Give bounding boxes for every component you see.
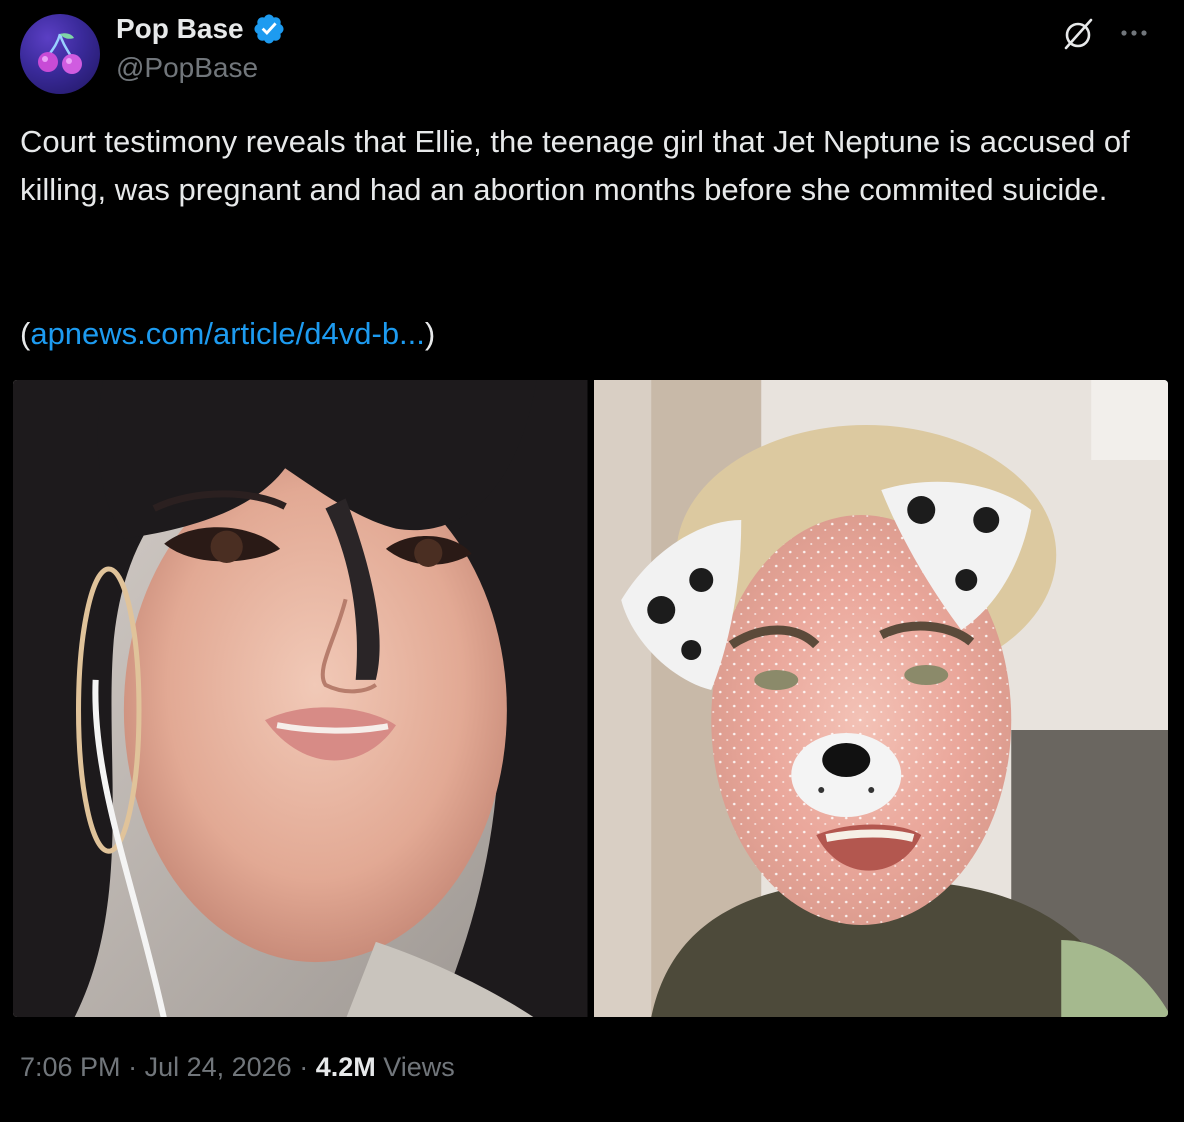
tweet-time[interactable]: 7:06 PM xyxy=(20,1052,121,1082)
more-options-icon[interactable] xyxy=(1114,18,1154,48)
article-link[interactable]: apnews.com/article/d4vd-b... xyxy=(30,316,425,351)
man-dog-filter-image xyxy=(593,380,1168,1017)
link-close-paren: ) xyxy=(424,316,436,351)
tweet-meta: 7:06 PM · Jul 24, 2026 · 4.2M Views xyxy=(20,1052,455,1083)
views-count: 4.2M xyxy=(315,1052,376,1082)
woman-portrait-image xyxy=(13,380,588,1017)
grok-icon[interactable] xyxy=(1058,14,1098,54)
tweet-date[interactable]: Jul 24, 2026 xyxy=(145,1052,292,1082)
link-open-paren: ( xyxy=(20,316,31,351)
media-photo-2[interactable] xyxy=(593,380,1168,1017)
avatar[interactable] xyxy=(20,14,100,94)
author-display-name[interactable]: Pop Base xyxy=(116,13,244,45)
meta-separator: · xyxy=(120,1052,145,1082)
meta-separator: · xyxy=(291,1052,316,1082)
author-display-name-row[interactable]: Pop Base xyxy=(116,12,286,46)
cherry-icon xyxy=(38,33,82,74)
tweet-link-line: (apnews.com/article/d4vd-b...) xyxy=(20,310,435,358)
tweet-text: Court testimony reveals that Ellie, the … xyxy=(20,124,1130,207)
verified-badge-icon xyxy=(254,14,284,44)
media-grid xyxy=(13,380,1168,1017)
views-label: Views xyxy=(375,1052,455,1082)
media-photo-1[interactable] xyxy=(13,380,588,1017)
author-handle[interactable]: @PopBase xyxy=(116,52,258,84)
